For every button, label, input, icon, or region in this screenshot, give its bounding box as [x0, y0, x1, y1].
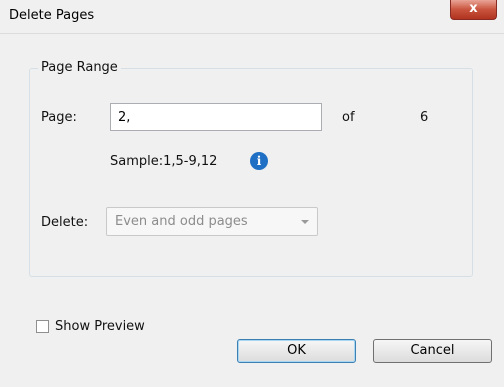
ok-button-label: OK: [287, 343, 306, 358]
of-label: of: [342, 110, 355, 125]
page-range-group: [29, 68, 473, 277]
page-input[interactable]: [110, 103, 322, 131]
page-range-legend: Page Range: [38, 60, 121, 75]
close-button[interactable]: x: [450, 0, 497, 20]
info-icon[interactable]: i: [250, 152, 268, 170]
page-label: Page:: [41, 110, 77, 125]
cancel-button[interactable]: Cancel: [373, 339, 492, 363]
delete-label: Delete:: [41, 215, 89, 230]
show-preview-label[interactable]: Show Preview: [55, 319, 145, 334]
total-pages: 6: [420, 110, 429, 125]
dialog-title: Delete Pages: [9, 8, 95, 23]
show-preview-checkbox[interactable]: [36, 320, 49, 333]
cancel-button-label: Cancel: [410, 343, 455, 358]
close-icon: x: [469, 1, 478, 16]
delete-select-value: Even and odd pages: [115, 214, 248, 229]
chevron-down-icon: [301, 220, 309, 224]
title-bar: Delete Pages x: [0, 0, 504, 34]
delete-select[interactable]: Even and odd pages: [106, 207, 318, 236]
sample-text: Sample:1,5-9,12: [110, 154, 218, 169]
ok-button[interactable]: OK: [237, 339, 356, 363]
